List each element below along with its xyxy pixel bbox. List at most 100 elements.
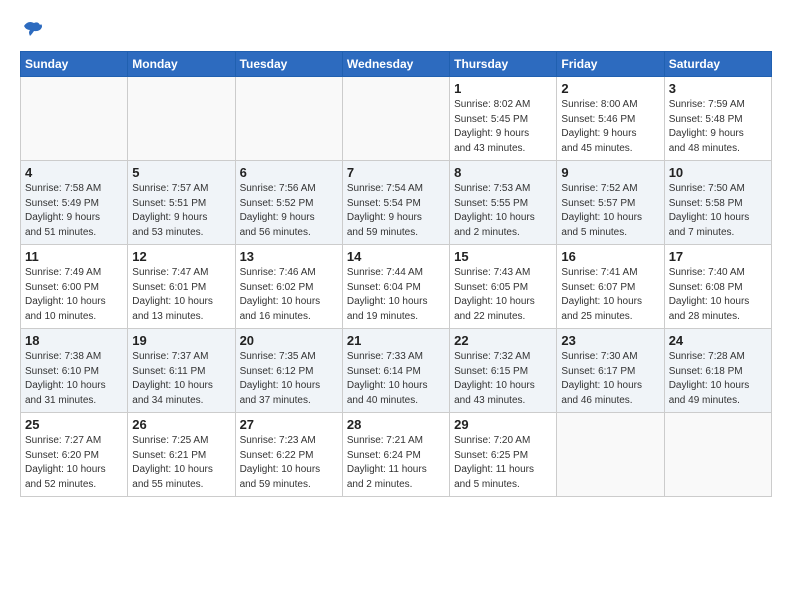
day-info: Sunrise: 7:50 AMSunset: 5:58 PMDaylight:… — [669, 182, 767, 240]
day-number: 27 — [240, 417, 338, 432]
day-info: Sunrise: 7:21 AMSunset: 6:24 PMDaylight:… — [347, 434, 445, 492]
day-number: 18 — [25, 333, 123, 348]
calendar-cell: 10 Sunrise: 7:50 AMSunset: 5:58 PMDayligh… — [664, 161, 771, 245]
page-container: SundayMondayTuesdayWednesdayThursdayFrid… — [0, 0, 792, 507]
calendar-cell — [235, 77, 342, 161]
calendar-cell: 17 Sunrise: 7:40 AMSunset: 6:08 PMDayligh… — [664, 245, 771, 329]
day-info: Sunrise: 7:38 AMSunset: 6:10 PMDaylight:… — [25, 350, 123, 408]
calendar-cell: 25 Sunrise: 7:27 AMSunset: 6:20 PMDayligh… — [21, 413, 128, 497]
calendar-cell: 1 Sunrise: 8:02 AMSunset: 5:45 PMDaylight… — [450, 77, 557, 161]
day-header-sunday: Sunday — [21, 52, 128, 77]
calendar-cell: 23 Sunrise: 7:30 AMSunset: 6:17 PMDayligh… — [557, 329, 664, 413]
day-info: Sunrise: 7:27 AMSunset: 6:20 PMDaylight:… — [25, 434, 123, 492]
calendar-cell: 9Sunrise: 7:52 AMSunset: 5:57 PMDaylight… — [557, 161, 664, 245]
calendar-cell: 15 Sunrise: 7:43 AMSunset: 6:05 PMDayligh… — [450, 245, 557, 329]
day-info: Sunrise: 7:25 AMSunset: 6:21 PMDaylight:… — [132, 434, 230, 492]
calendar-cell — [342, 77, 449, 161]
day-info: Sunrise: 7:23 AMSunset: 6:22 PMDaylight:… — [240, 434, 338, 492]
calendar-cell: 22 Sunrise: 7:32 AMSunset: 6:15 PMDayligh… — [450, 329, 557, 413]
calendar-cell: 11Sunrise: 7:49 AMSunset: 6:00 PMDayligh… — [21, 245, 128, 329]
calendar-cell: 20 Sunrise: 7:35 AMSunset: 6:12 PMDayligh… — [235, 329, 342, 413]
day-number: 15 — [454, 249, 552, 264]
day-header-friday: Friday — [557, 52, 664, 77]
day-number: 23 — [561, 333, 659, 348]
day-number: 5 — [132, 165, 230, 180]
day-header-tuesday: Tuesday — [235, 52, 342, 77]
day-info: Sunrise: 7:57 AMSunset: 5:51 PMDaylight:… — [132, 182, 230, 240]
day-number: 6 — [240, 165, 338, 180]
day-header-monday: Monday — [128, 52, 235, 77]
day-number: 20 — [240, 333, 338, 348]
day-info: Sunrise: 7:20 AMSunset: 6:25 PMDaylight:… — [454, 434, 552, 492]
day-info: Sunrise: 7:43 AMSunset: 6:05 PMDaylight:… — [454, 266, 552, 324]
day-number: 26 — [132, 417, 230, 432]
day-info: Sunrise: 7:32 AMSunset: 6:15 PMDaylight:… — [454, 350, 552, 408]
day-info: Sunrise: 8:02 AMSunset: 5:45 PMDaylight:… — [454, 98, 552, 156]
day-info: Sunrise: 7:46 AMSunset: 6:02 PMDaylight:… — [240, 266, 338, 324]
day-number: 25 — [25, 417, 123, 432]
calendar-cell — [21, 77, 128, 161]
day-info: Sunrise: 7:52 AMSunset: 5:57 PMDaylight:… — [561, 182, 659, 240]
calendar-cell: 19 Sunrise: 7:37 AMSunset: 6:11 PMDayligh… — [128, 329, 235, 413]
day-info: Sunrise: 8:00 AMSunset: 5:46 PMDaylight:… — [561, 98, 659, 156]
day-number: 2 — [561, 81, 659, 96]
calendar-cell: 16 Sunrise: 7:41 AMSunset: 6:07 PMDayligh… — [557, 245, 664, 329]
day-header-wednesday: Wednesday — [342, 52, 449, 77]
day-number: 29 — [454, 417, 552, 432]
day-number: 22 — [454, 333, 552, 348]
day-info: Sunrise: 7:37 AMSunset: 6:11 PMDaylight:… — [132, 350, 230, 408]
day-info: Sunrise: 7:58 AMSunset: 5:49 PMDaylight:… — [25, 182, 123, 240]
calendar-cell: 5 Sunrise: 7:57 AMSunset: 5:51 PMDaylight… — [128, 161, 235, 245]
calendar-cell: 27 Sunrise: 7:23 AMSunset: 6:22 PMDayligh… — [235, 413, 342, 497]
day-info: Sunrise: 7:47 AMSunset: 6:01 PMDaylight:… — [132, 266, 230, 324]
day-number: 28 — [347, 417, 445, 432]
calendar-cell: 24 Sunrise: 7:28 AMSunset: 6:18 PMDayligh… — [664, 329, 771, 413]
day-number: 13 — [240, 249, 338, 264]
logo — [20, 16, 44, 45]
week-row-1: 1 Sunrise: 8:02 AMSunset: 5:45 PMDaylight… — [21, 77, 772, 161]
day-info: Sunrise: 7:28 AMSunset: 6:18 PMDaylight:… — [669, 350, 767, 408]
day-info: Sunrise: 7:41 AMSunset: 6:07 PMDaylight:… — [561, 266, 659, 324]
week-row-3: 11Sunrise: 7:49 AMSunset: 6:00 PMDayligh… — [21, 245, 772, 329]
bird-icon — [22, 18, 44, 45]
day-number: 7 — [347, 165, 445, 180]
calendar-cell — [128, 77, 235, 161]
calendar-cell: 18 Sunrise: 7:38 AMSunset: 6:10 PMDayligh… — [21, 329, 128, 413]
calendar-cell: 13 Sunrise: 7:46 AMSunset: 6:02 PMDayligh… — [235, 245, 342, 329]
calendar-cell: 2 Sunrise: 8:00 AMSunset: 5:46 PMDaylight… — [557, 77, 664, 161]
calendar-cell: 26 Sunrise: 7:25 AMSunset: 6:21 PMDayligh… — [128, 413, 235, 497]
day-number: 3 — [669, 81, 767, 96]
week-row-4: 18 Sunrise: 7:38 AMSunset: 6:10 PMDayligh… — [21, 329, 772, 413]
day-info: Sunrise: 7:33 AMSunset: 6:14 PMDaylight:… — [347, 350, 445, 408]
header — [20, 16, 772, 45]
day-info: Sunrise: 7:56 AMSunset: 5:52 PMDaylight:… — [240, 182, 338, 240]
calendar-cell: 6 Sunrise: 7:56 AMSunset: 5:52 PMDaylight… — [235, 161, 342, 245]
calendar-cell: 7 Sunrise: 7:54 AMSunset: 5:54 PMDaylight… — [342, 161, 449, 245]
calendar-cell — [664, 413, 771, 497]
calendar-cell: 4Sunrise: 7:58 AMSunset: 5:49 PMDaylight… — [21, 161, 128, 245]
calendar-cell: 29 Sunrise: 7:20 AMSunset: 6:25 PMDayligh… — [450, 413, 557, 497]
calendar-cell — [557, 413, 664, 497]
day-number: 12 — [132, 249, 230, 264]
day-info: Sunrise: 7:53 AMSunset: 5:55 PMDaylight:… — [454, 182, 552, 240]
calendar-body: 1 Sunrise: 8:02 AMSunset: 5:45 PMDaylight… — [21, 77, 772, 497]
day-number: 16 — [561, 249, 659, 264]
day-number: 1 — [454, 81, 552, 96]
calendar-cell: 12 Sunrise: 7:47 AMSunset: 6:01 PMDayligh… — [128, 245, 235, 329]
day-number: 21 — [347, 333, 445, 348]
day-number: 10 — [669, 165, 767, 180]
day-info: Sunrise: 7:35 AMSunset: 6:12 PMDaylight:… — [240, 350, 338, 408]
week-row-2: 4Sunrise: 7:58 AMSunset: 5:49 PMDaylight… — [21, 161, 772, 245]
day-number: 19 — [132, 333, 230, 348]
calendar-cell: 14Sunrise: 7:44 AMSunset: 6:04 PMDayligh… — [342, 245, 449, 329]
day-info: Sunrise: 7:49 AMSunset: 6:00 PMDaylight:… — [25, 266, 123, 324]
day-number: 8 — [454, 165, 552, 180]
day-header-thursday: Thursday — [450, 52, 557, 77]
day-info: Sunrise: 7:40 AMSunset: 6:08 PMDaylight:… — [669, 266, 767, 324]
day-number: 24 — [669, 333, 767, 348]
calendar-header: SundayMondayTuesdayWednesdayThursdayFrid… — [21, 52, 772, 77]
day-info: Sunrise: 7:30 AMSunset: 6:17 PMDaylight:… — [561, 350, 659, 408]
calendar-cell: 28 Sunrise: 7:21 AMSunset: 6:24 PMDayligh… — [342, 413, 449, 497]
day-number: 17 — [669, 249, 767, 264]
day-info: Sunrise: 7:54 AMSunset: 5:54 PMDaylight:… — [347, 182, 445, 240]
